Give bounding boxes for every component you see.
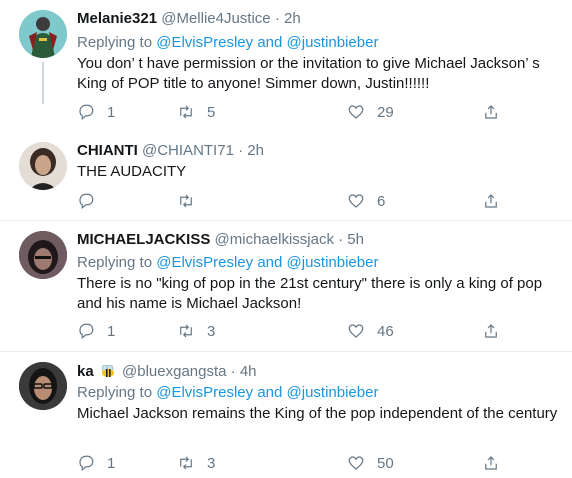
avatar[interactable] [19,142,67,190]
separator: · [230,363,236,380]
replying-to-label: Replying to [77,34,153,51]
tweet-header: CHIANTI @CHIANTI71 · 2h [77,141,264,161]
like-count: 46 [377,322,394,340]
retweet-icon [180,324,192,338]
tweet-header: ka @bluexgangsta · 4h [77,362,257,382]
tweet-actions: 6 [77,191,517,211]
tweet-2[interactable]: CHIANTI @CHIANTI71 · 2h THE AUDACITY 6 [0,136,572,220]
retweet-count: 3 [207,454,216,472]
share-button[interactable] [482,453,500,473]
retweet-button[interactable]: 3 [177,453,215,473]
tweet-1[interactable]: Melanie321 @Mellie4Justice · 2h Replying… [0,0,572,136]
heart-icon [348,194,364,208]
like-button[interactable]: 29 [347,102,394,122]
mention-link[interactable]: @justinbieber [287,254,379,271]
tweet-actions: 1 3 50 [77,453,517,473]
retweet-button[interactable] [177,191,207,211]
display-name[interactable]: ka [77,363,94,380]
like-button[interactable]: 6 [347,191,385,211]
username[interactable]: @Mellie4Justice [161,10,270,27]
heart-icon [348,324,364,338]
reply-count: 1 [107,454,116,472]
retweet-icon [180,105,192,119]
share-button[interactable] [482,191,500,211]
share-icon [485,194,497,208]
tweet-3[interactable]: MICHAELJACKISS @michaelkissjack · 5h Rep… [0,221,572,351]
like-count: 50 [377,454,394,472]
like-button[interactable]: 50 [347,453,394,473]
username[interactable]: @bluexgangsta [122,363,226,380]
timestamp[interactable]: 5h [347,231,364,248]
reply-button[interactable]: 1 [77,453,115,473]
reply-count: 1 [107,322,116,340]
reply-button[interactable]: 1 [77,321,115,341]
retweet-button[interactable]: 5 [177,102,215,122]
timestamp[interactable]: 2h [247,142,264,159]
reply-icon [79,323,94,339]
display-name[interactable]: CHIANTI [77,142,138,159]
like-button[interactable]: 46 [347,321,394,341]
share-icon [485,456,497,470]
reply-button[interactable] [77,191,107,211]
reply-icon [79,455,94,471]
replying-and[interactable]: and [257,254,282,271]
heart-icon [348,105,364,119]
replying-to-label: Replying to [77,254,153,271]
share-button[interactable] [482,102,500,122]
share-button[interactable] [482,321,500,341]
tweet-text: You don’ t have permission or the invita… [77,55,540,92]
retweet-button[interactable]: 3 [177,321,215,341]
retweet-icon [180,194,192,208]
separator: · [338,231,344,248]
username[interactable]: @CHIANTI71 [142,142,234,159]
share-icon [485,105,497,119]
mention-link[interactable]: @ElvisPresley [156,254,253,271]
reply-icon [79,193,94,209]
replying-to: Replying to @ElvisPresley and @justinbie… [77,253,378,273]
display-name[interactable]: MICHAELJACKISS [77,231,210,248]
replying-to: Replying to @ElvisPresley and @justinbie… [77,33,378,53]
reply-count: 1 [107,103,116,121]
tweet-actions: 1 5 29 [77,102,517,122]
reply-icon [79,104,94,120]
like-count: 6 [377,192,386,210]
thread-line [42,62,44,104]
retweet-count: 5 [207,103,216,121]
bee-emoji-icon [101,364,114,377]
tweet-header: Melanie321 @Mellie4Justice · 2h [77,9,301,29]
separator: · [238,142,244,159]
mention-link[interactable]: @justinbieber [287,34,379,51]
share-icon [485,324,497,338]
tweet-text: There is no "king of pop in the 21st cen… [77,275,543,312]
retweet-icon [180,456,192,470]
like-count: 29 [377,103,394,121]
tweet-text: THE AUDACITY [77,163,187,180]
tweet-text: Michael Jackson remains the King of the … [77,405,558,422]
avatar[interactable] [19,231,67,279]
reply-button[interactable]: 1 [77,102,115,122]
replying-to-label: Replying to [77,384,153,401]
avatar[interactable] [19,362,67,410]
timestamp[interactable]: 4h [240,363,257,380]
heart-icon [348,456,364,470]
display-name[interactable]: Melanie321 [77,10,157,27]
mention-link[interactable]: @ElvisPresley [156,34,253,51]
mention-link[interactable]: @justinbieber [287,384,379,401]
retweet-count: 3 [207,322,216,340]
separator: · [274,10,280,27]
tweet-actions: 1 3 46 [77,321,517,341]
replying-and[interactable]: and [257,34,282,51]
replying-and[interactable]: and [257,384,282,401]
username[interactable]: @michaelkissjack [215,231,334,248]
timestamp[interactable]: 2h [284,10,301,27]
replying-to: Replying to @ElvisPresley and @justinbie… [77,383,378,403]
mention-link[interactable]: @ElvisPresley [156,384,253,401]
tweet-4[interactable]: ka @bluexgangsta · 4h Replying to @Elvis… [0,352,572,478]
avatar[interactable] [19,10,67,58]
tweet-header: MICHAELJACKISS @michaelkissjack · 5h [77,230,364,250]
